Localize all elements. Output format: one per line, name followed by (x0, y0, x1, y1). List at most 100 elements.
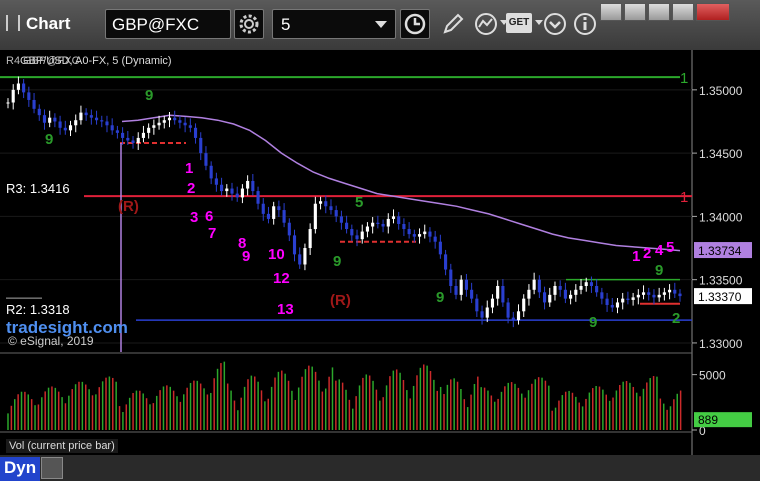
candle-body (115, 130, 119, 133)
candle-body (345, 222, 349, 230)
volume-label: Vol (current price bar) (6, 439, 118, 453)
interval-value: 5 (281, 15, 291, 34)
y-tick-label: 1.35000 (699, 84, 743, 98)
candle-body (355, 235, 359, 240)
candle-body (631, 297, 635, 300)
vol-tick-label: 5000 (699, 369, 726, 383)
candle-body (11, 89, 15, 103)
candle-body (412, 234, 416, 237)
symbol-input[interactable]: GBP@FXC (105, 9, 231, 39)
window-title: Chart (6, 14, 70, 34)
candle-body (100, 120, 104, 122)
maximize-button[interactable] (672, 3, 694, 21)
candle-body (16, 83, 20, 90)
candle-body (464, 279, 468, 290)
candle-body (668, 289, 672, 293)
candle-body (542, 292, 547, 303)
candle-body (678, 293, 682, 297)
candle-body (496, 285, 500, 299)
price-tag-text: 1.33734 (698, 244, 742, 258)
candle-body (318, 201, 323, 204)
annotation: 9 (45, 131, 53, 148)
candle-body (605, 298, 609, 305)
candle-body (84, 112, 88, 116)
pin-button[interactable] (600, 3, 622, 21)
candle-body (615, 302, 620, 308)
candle-body (157, 122, 161, 126)
annotation: 9 (333, 253, 341, 270)
candle-body (261, 203, 265, 214)
candle-body (246, 180, 250, 189)
candle-body (641, 292, 646, 295)
annotation: 10 (268, 246, 285, 263)
candle-body (397, 216, 401, 224)
candle-body (454, 285, 458, 295)
info-icon[interactable] (572, 11, 598, 37)
get-data-button[interactable]: GET (506, 13, 532, 33)
candle-body (595, 285, 599, 293)
candle-body (438, 241, 442, 255)
chevron-down-circle-icon[interactable] (542, 11, 568, 37)
candle-body (220, 184, 224, 192)
candle-body (548, 294, 552, 303)
candle-body (673, 289, 677, 294)
candle-body (37, 108, 41, 116)
candle-body (360, 231, 364, 240)
volume-tag-text: 889 (698, 413, 718, 427)
y-tick-label: 1.34000 (699, 210, 743, 224)
candle-body (386, 218, 390, 227)
candle-body (32, 99, 36, 109)
settings-button[interactable] (234, 9, 264, 39)
candle-body (527, 289, 531, 299)
candle-body (63, 127, 67, 131)
candle-body (147, 127, 151, 133)
candle-body (480, 311, 484, 318)
candle-body (584, 282, 588, 286)
time-button[interactable] (400, 9, 430, 39)
pencil-icon[interactable] (440, 11, 466, 37)
candle-body (423, 231, 427, 235)
candle-body (251, 180, 255, 192)
candle-body (162, 120, 166, 123)
candle-body (204, 153, 208, 166)
candle-body (444, 254, 448, 270)
chevron-down-icon (375, 21, 387, 28)
candle-body (235, 193, 239, 198)
candle-body (141, 132, 146, 138)
candle-body (308, 229, 312, 249)
annotation: (R) (330, 292, 351, 309)
candle-body (287, 222, 291, 236)
grip-icon (6, 15, 20, 31)
candle-body (506, 302, 510, 318)
restore-button[interactable] (648, 3, 670, 21)
candle-body (329, 206, 333, 211)
annotation: 1 (632, 248, 640, 265)
candle-body (407, 229, 411, 235)
annotation: 1 (185, 160, 193, 177)
candle-body (475, 298, 479, 312)
minimize-button[interactable] (624, 3, 646, 21)
interval-select[interactable]: 5 (272, 9, 396, 39)
y-tick-label: 1.34500 (699, 147, 743, 161)
candle-body (371, 222, 375, 227)
candle-body (334, 210, 338, 217)
dynamic-button[interactable]: Dyn (0, 457, 40, 481)
brand-copyright: © eSignal, 2019 (8, 334, 94, 348)
green-level-tag: 1 (680, 70, 688, 87)
close-button[interactable] (696, 3, 730, 21)
candle-body (417, 234, 422, 237)
link-icon[interactable] (41, 457, 63, 479)
studies-icon[interactable] (473, 11, 499, 37)
candle-body (501, 285, 505, 303)
candle-body (292, 235, 297, 255)
candle-body (22, 83, 26, 93)
candle-body (58, 121, 62, 128)
candle-body (298, 254, 302, 265)
candle-body (178, 120, 182, 123)
annotation: 9 (655, 262, 663, 279)
candle-body (537, 279, 541, 293)
candle-body (574, 289, 578, 295)
candle-body (381, 223, 385, 227)
y-tick-label: 1.33500 (699, 274, 743, 288)
annotation: 6 (205, 208, 213, 225)
